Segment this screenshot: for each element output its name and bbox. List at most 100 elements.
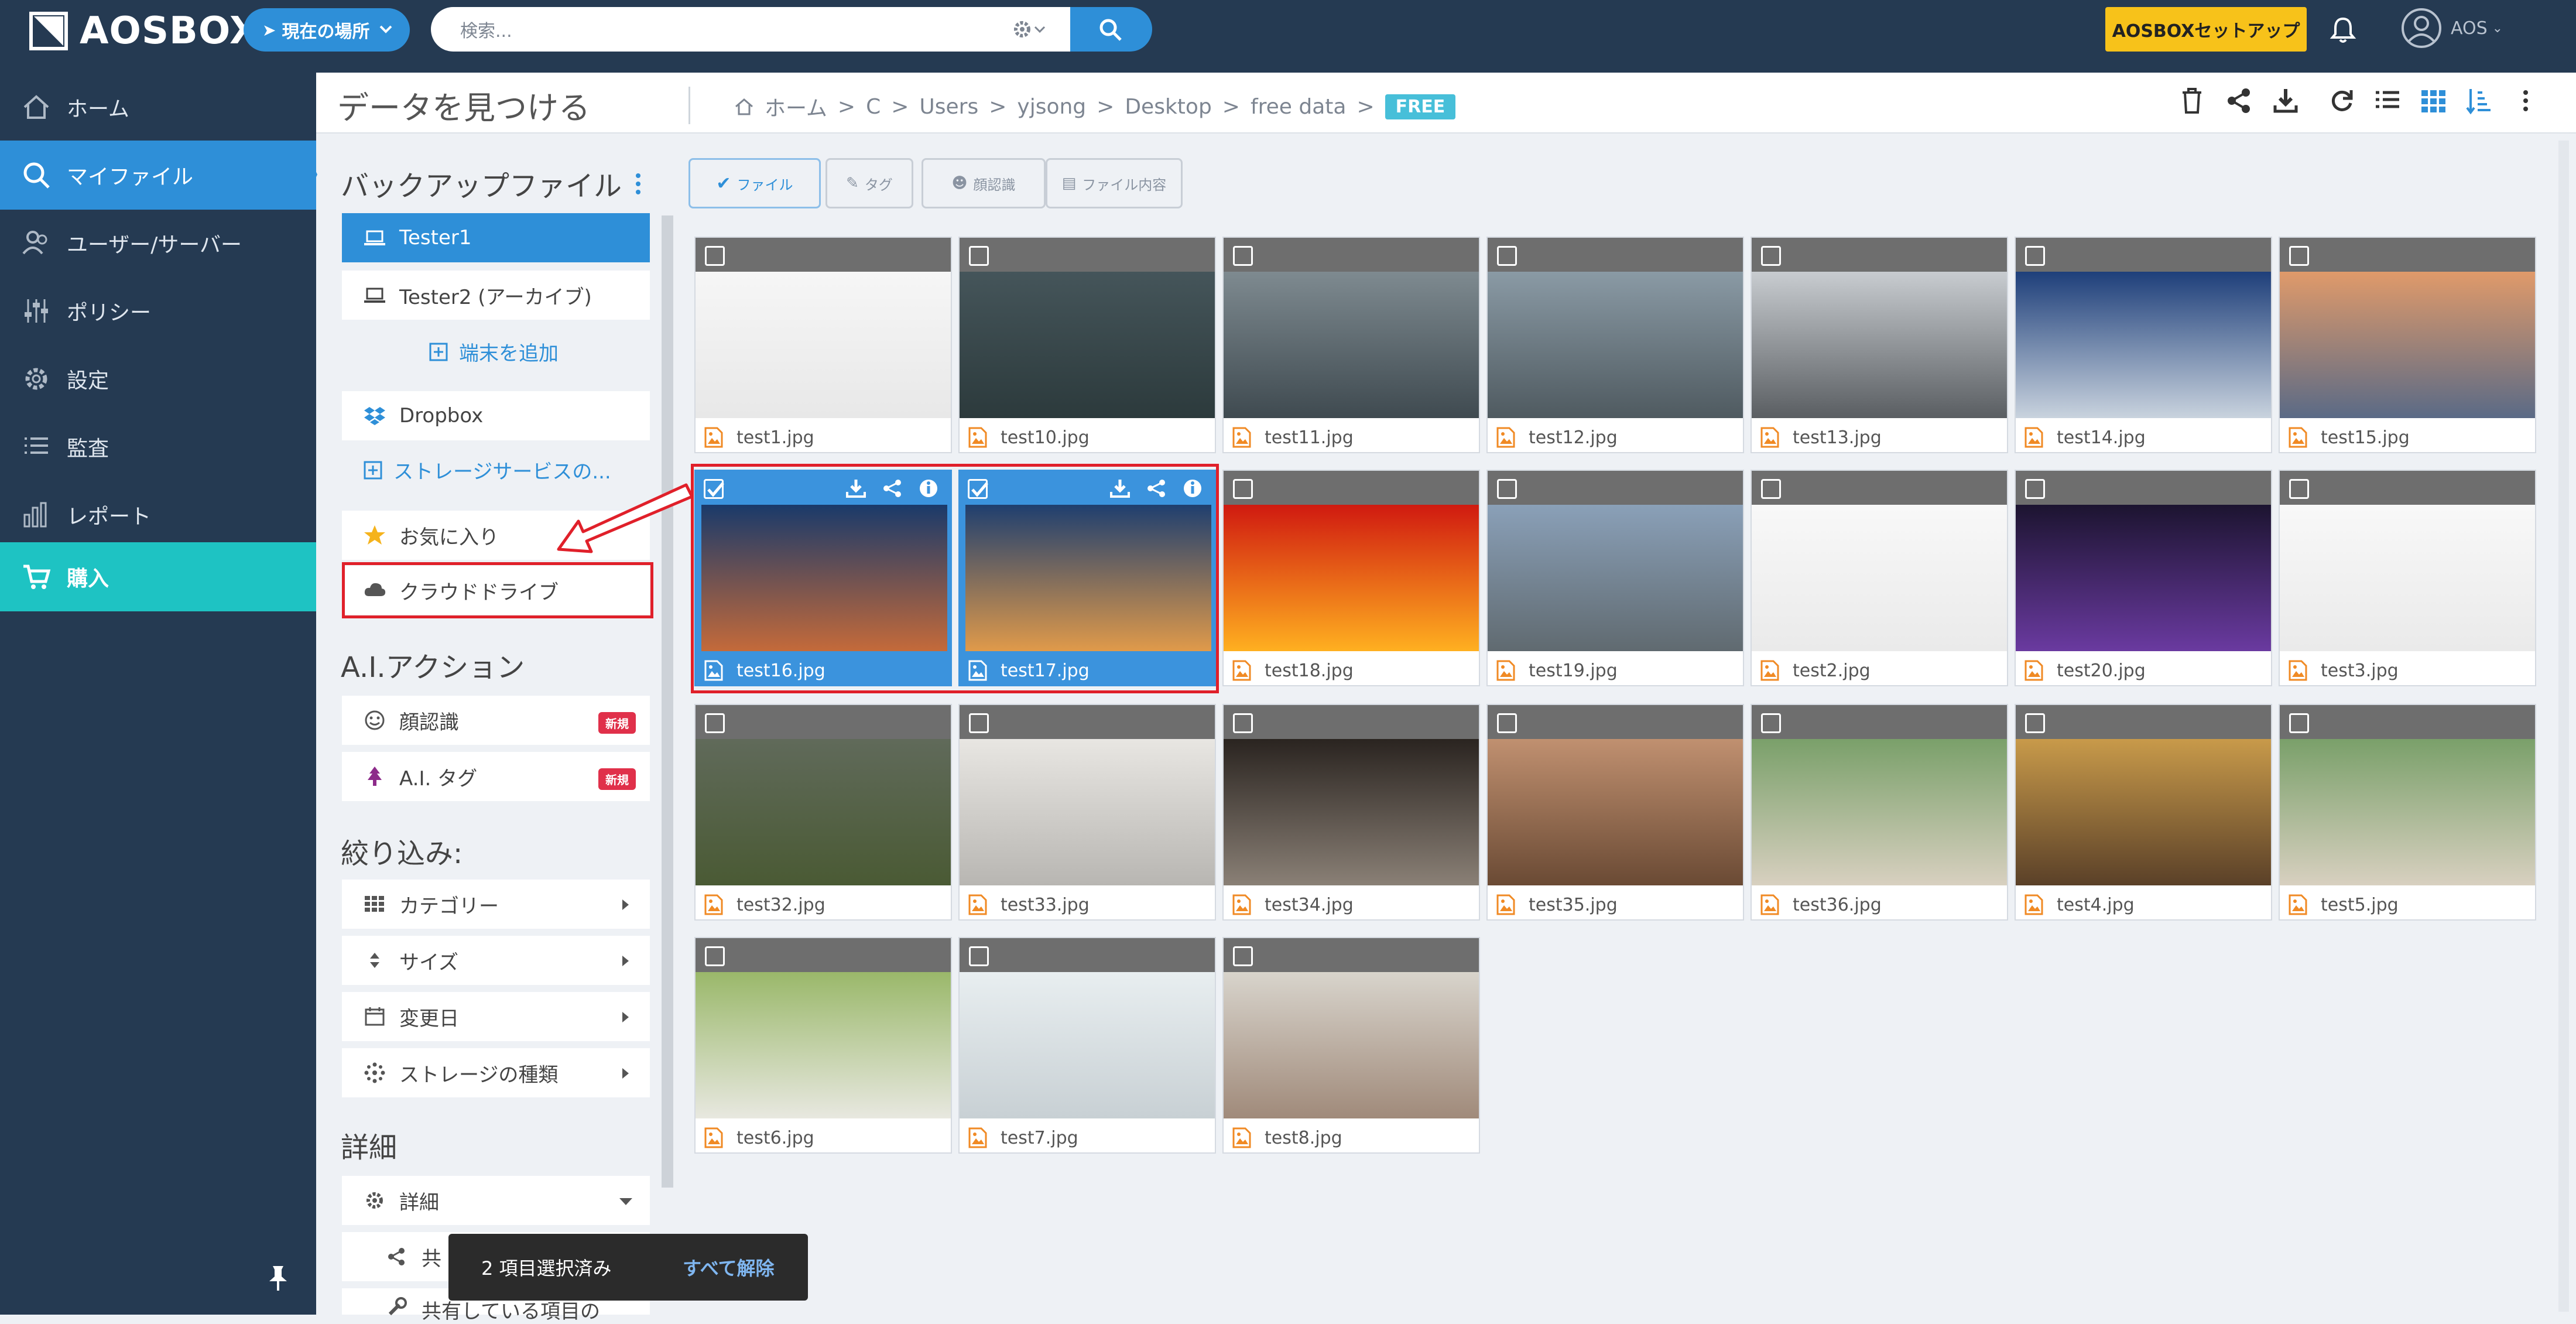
file-thumbnail[interactable]: test19.jpg bbox=[1486, 470, 1744, 686]
filter-item-size[interactable]: サイズ bbox=[342, 936, 650, 985]
checkbox[interactable] bbox=[2025, 479, 2045, 499]
sidebar-item-report[interactable]: レポート bbox=[0, 480, 316, 549]
user-menu[interactable]: AOS ⌄ bbox=[2400, 7, 2503, 49]
filter-item-modified-date[interactable]: 変更日 bbox=[342, 992, 650, 1041]
checkbox[interactable] bbox=[969, 246, 989, 266]
ai-item-face-recognition[interactable]: 顔認識 新規 bbox=[342, 696, 650, 745]
filter-item-storage-type[interactable]: ストレージの種類 bbox=[342, 1048, 650, 1097]
sidebar-item-policy[interactable]: ポリシー bbox=[0, 276, 316, 345]
chip-file[interactable]: ✔ ファイル bbox=[688, 158, 821, 208]
breadcrumb-item-home[interactable]: ホーム bbox=[765, 91, 827, 122]
pin-icon[interactable] bbox=[266, 1264, 290, 1293]
page-scrollbar[interactable] bbox=[2558, 141, 2569, 1312]
breadcrumb-item-users[interactable]: Users bbox=[919, 95, 978, 119]
checkbox[interactable] bbox=[1497, 713, 1517, 733]
checkbox[interactable] bbox=[1233, 479, 1253, 499]
file-thumbnail[interactable]: test7.jpg bbox=[958, 937, 1216, 1154]
checkbox[interactable] bbox=[2289, 479, 2309, 499]
checkbox[interactable] bbox=[2025, 713, 2045, 733]
checkbox[interactable] bbox=[705, 946, 725, 966]
checkbox[interactable] bbox=[1233, 713, 1253, 733]
sidebar-item-my-files[interactable]: マイファイル bbox=[0, 141, 316, 210]
list-view-icon[interactable] bbox=[2375, 87, 2400, 115]
refresh-icon[interactable] bbox=[2329, 87, 2355, 115]
file-thumbnail[interactable]: test34.jpg bbox=[1222, 704, 1480, 921]
checkbox[interactable] bbox=[705, 713, 725, 733]
search-settings-icon[interactable] bbox=[1012, 19, 1047, 40]
checkbox[interactable] bbox=[1497, 479, 1517, 499]
details-item[interactable]: 詳細 bbox=[342, 1176, 650, 1225]
aosbox-setup-button[interactable]: AOSBOXセットアップ bbox=[2105, 7, 2307, 52]
file-thumbnail[interactable]: test15.jpg bbox=[2279, 237, 2536, 453]
checkbox[interactable] bbox=[1233, 246, 1253, 266]
filter-item-category[interactable]: カテゴリー bbox=[342, 880, 650, 929]
share-icon[interactable] bbox=[2226, 87, 2252, 115]
sidebar-item-users-servers[interactable]: ユーザー/サーバー bbox=[0, 208, 316, 278]
file-thumbnail[interactable]: test13.jpg bbox=[1751, 237, 2008, 453]
sidebar-item-purchase[interactable]: 購入 bbox=[0, 542, 316, 611]
file-thumbnail[interactable]: test32.jpg bbox=[694, 704, 952, 921]
checkbox[interactable] bbox=[1233, 946, 1253, 966]
file-thumbnail[interactable]: test33.jpg bbox=[958, 704, 1216, 921]
file-thumbnail[interactable]: test5.jpg bbox=[2279, 704, 2536, 921]
current-location-button[interactable]: ➤ 現在の場所 bbox=[244, 8, 410, 52]
user-name: AOS bbox=[2451, 18, 2488, 39]
breadcrumb-item-yjsong[interactable]: yjsong bbox=[1017, 95, 1086, 119]
checkbox[interactable] bbox=[969, 713, 989, 733]
app-logo-text[interactable]: AOSBOX bbox=[80, 9, 259, 53]
file-thumbnail[interactable]: test36.jpg bbox=[1751, 704, 2008, 921]
checkbox[interactable] bbox=[1761, 246, 1781, 266]
file-thumbnail[interactable]: test4.jpg bbox=[2015, 704, 2272, 921]
add-device-link[interactable]: 端末を追加 bbox=[429, 337, 559, 366]
file-thumbnail[interactable]: test8.jpg bbox=[1222, 937, 1480, 1154]
file-name: test36.jpg bbox=[1793, 894, 1882, 915]
file-thumbnail[interactable]: test20.jpg bbox=[2015, 470, 2272, 686]
search-input[interactable]: 検索... bbox=[431, 7, 1070, 52]
thumbnail-toolbar bbox=[1488, 705, 1743, 739]
home-icon[interactable] bbox=[734, 97, 754, 117]
file-thumbnail[interactable]: test1.jpg bbox=[694, 237, 952, 453]
panel-scrollbar[interactable] bbox=[662, 215, 673, 1188]
file-thumbnail[interactable]: test35.jpg bbox=[1486, 704, 1744, 921]
breadcrumb-item-desktop[interactable]: Desktop bbox=[1125, 95, 1211, 119]
file-thumbnail[interactable]: test3.jpg bbox=[2279, 470, 2536, 686]
clear-all-button[interactable]: すべて解除 bbox=[683, 1254, 774, 1281]
chip-file-content[interactable]: ▤ ファイル内容 bbox=[1046, 158, 1183, 208]
trash-icon[interactable] bbox=[2179, 87, 2205, 115]
sidebar-item-home[interactable]: ホーム bbox=[0, 73, 316, 142]
storage-item-dropbox[interactable]: Dropbox bbox=[342, 391, 650, 440]
checkbox[interactable] bbox=[1761, 713, 1781, 733]
download-icon[interactable] bbox=[2273, 87, 2298, 115]
chip-face-recognition[interactable]: ☻ 顔認識 bbox=[922, 158, 1046, 208]
checkbox[interactable] bbox=[1497, 246, 1517, 266]
file-thumbnail[interactable]: test10.jpg bbox=[958, 237, 1216, 453]
checkbox[interactable] bbox=[2289, 713, 2309, 733]
file-name: test32.jpg bbox=[737, 894, 825, 915]
file-name: test8.jpg bbox=[1265, 1127, 1342, 1148]
more-options-icon[interactable] bbox=[633, 171, 643, 197]
checkbox[interactable] bbox=[2289, 246, 2309, 266]
grid-view-icon[interactable] bbox=[2420, 87, 2446, 115]
checkbox[interactable] bbox=[2025, 246, 2045, 266]
notification-bell-icon[interactable] bbox=[2329, 15, 2357, 45]
breadcrumb-item-free-data[interactable]: free data bbox=[1251, 95, 1347, 119]
file-thumbnail[interactable]: test11.jpg bbox=[1222, 237, 1480, 453]
file-thumbnail[interactable]: test18.jpg bbox=[1222, 470, 1480, 686]
sidebar-item-settings[interactable]: 設定 bbox=[0, 344, 316, 413]
more-options-icon[interactable] bbox=[2519, 87, 2533, 115]
file-thumbnail[interactable]: test14.jpg bbox=[2015, 237, 2272, 453]
file-thumbnail[interactable]: test6.jpg bbox=[694, 937, 952, 1154]
file-thumbnail[interactable]: test2.jpg bbox=[1751, 470, 2008, 686]
checkbox[interactable] bbox=[1761, 479, 1781, 499]
file-thumbnail[interactable]: test12.jpg bbox=[1486, 237, 1744, 453]
ai-item-ai-tag[interactable]: A.I. タグ 新規 bbox=[342, 752, 650, 801]
chip-tag[interactable]: ✎ タグ bbox=[825, 158, 913, 208]
breadcrumb-item-c[interactable]: C bbox=[866, 95, 881, 119]
device-item-tester1[interactable]: Tester1 bbox=[342, 213, 650, 262]
device-item-tester2[interactable]: Tester2 (アーカイブ) bbox=[342, 271, 650, 320]
sidebar-item-audit[interactable]: 監査 bbox=[0, 412, 316, 481]
search-button[interactable] bbox=[1070, 7, 1152, 52]
checkbox[interactable] bbox=[705, 246, 725, 266]
checkbox[interactable] bbox=[969, 946, 989, 966]
sort-icon[interactable] bbox=[2466, 87, 2492, 117]
